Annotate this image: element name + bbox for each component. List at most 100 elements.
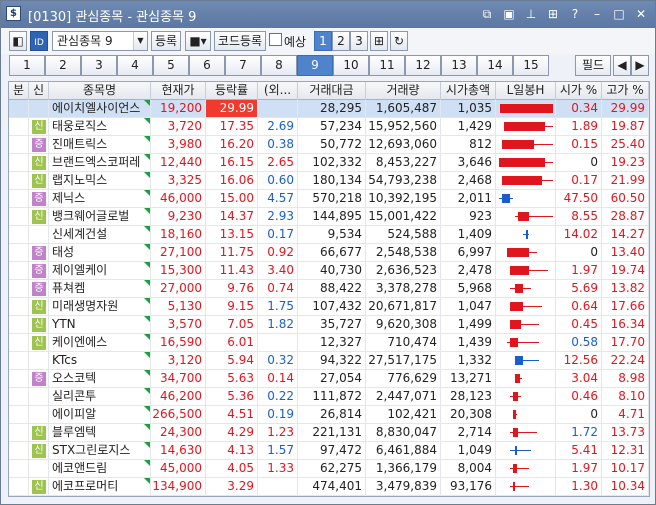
next-page-button[interactable]: ▶: [631, 55, 649, 76]
menu-button[interactable]: ■▾: [185, 31, 211, 51]
table-row[interactable]: 신 브랜드엑스코퍼레 12,440 16.15 2.65 102,332 8,453,227…: [9, 154, 649, 172]
tab-9[interactable]: 9: [297, 55, 333, 76]
maximize-icon[interactable]: □: [611, 6, 627, 22]
page-button-1[interactable]: 1: [314, 31, 332, 51]
refresh-button[interactable]: ↻: [390, 31, 408, 51]
candle-cell: [496, 370, 556, 387]
tab-15[interactable]: 15: [513, 55, 549, 76]
close-icon[interactable]: ✕: [633, 6, 649, 22]
candle-cell: [496, 226, 556, 243]
table-row[interactable]: 신 뱅크웨어글로벌 9,230 14.37 2.93 144,895 15,001,422 9…: [9, 208, 649, 226]
table-row[interactable]: 증 태성 27,100 11.75 0.92 66,677 2,548,538 6,997 0 1…: [9, 244, 649, 262]
cap-cell: 6,997: [441, 244, 496, 261]
group-select[interactable]: 관심종목 9 ▼: [52, 31, 148, 51]
amount-cell: 102,332: [298, 154, 366, 171]
header-col-open[interactable]: 시가 %: [556, 82, 602, 100]
tab-14[interactable]: 14: [477, 55, 513, 76]
rate-cell: 4.13: [206, 442, 258, 459]
header-col-cap[interactable]: 시가총액: [441, 82, 496, 100]
export-button[interactable]: ⊞: [370, 31, 388, 51]
cap-cell: 28,123: [441, 388, 496, 405]
pin-icon[interactable]: ⊥: [523, 6, 539, 22]
open-cell: 0.15: [556, 136, 602, 153]
field-button[interactable]: 필드: [575, 55, 611, 76]
table-row[interactable]: 신 태웅로직스 3,720 17.35 2.69 57,234 15,952,560 1,42…: [9, 118, 649, 136]
header-col-bun[interactable]: 분: [9, 82, 29, 100]
table-row[interactable]: 증 진매트릭스 3,980 16.20 0.38 50,772 12,693,060 812 0…: [9, 136, 649, 154]
table-row[interactable]: 신 STX그린로지스 14,630 4.13 1.57 97,472 6,461,884 1,…: [9, 442, 649, 460]
tab-7[interactable]: 7: [225, 55, 261, 76]
prev-page-button[interactable]: ◀: [613, 55, 631, 76]
table-row[interactable]: 신 YTN 3,570 7.05 1.82 35,727 9,620,308 1,499 0.4…: [9, 316, 649, 334]
tab-8[interactable]: 8: [261, 55, 297, 76]
table-row[interactable]: 신 미래생명자원 5,130 9.15 1.75 107,432 20,671,817 1,0…: [9, 298, 649, 316]
tab-6[interactable]: 6: [189, 55, 225, 76]
high-cell: 16.34: [602, 316, 649, 333]
table-row[interactable]: 신 랩지노믹스 3,325 16.06 0.60 180,134 54,793,238 2,4…: [9, 172, 649, 190]
register-button[interactable]: 등록: [151, 31, 181, 51]
header-col-amount[interactable]: 거래대금: [298, 82, 366, 100]
header-col-price[interactable]: 현재가: [151, 82, 206, 100]
page-button-2[interactable]: 2: [332, 31, 350, 51]
candle-body: [509, 320, 521, 329]
minimize-icon[interactable]: –: [589, 6, 605, 22]
tab-3[interactable]: 3: [81, 55, 117, 76]
table-row[interactable]: 신 블루엠텍 24,300 4.29 1.23 221,131 8,830,047 2,714…: [9, 424, 649, 442]
candle-cell: [496, 136, 556, 153]
id-button[interactable]: ID: [30, 31, 48, 51]
sin-cell: [29, 100, 49, 117]
table-row[interactable]: 증 오스코텍 34,700 5.63 0.14 27,054 776,629 13,271 3.…: [9, 370, 649, 388]
stock-name: KTcs: [49, 352, 151, 369]
tab-4[interactable]: 4: [117, 55, 153, 76]
table-row[interactable]: 신세계건설 18,160 13.15 0.17 9,534 524,588 1,409 14.…: [9, 226, 649, 244]
header-col-rate[interactable]: 등락률: [206, 82, 258, 100]
stock-name: 퓨쳐켐: [49, 280, 151, 297]
open-cell: 0.45: [556, 316, 602, 333]
tab-2[interactable]: 2: [45, 55, 81, 76]
preview-checkbox[interactable]: [269, 33, 282, 46]
marker-icon: [144, 424, 150, 430]
header-col-foreign[interactable]: (외...: [258, 82, 298, 100]
layout-toggle-button[interactable]: ◧: [9, 31, 27, 51]
bun-cell: [9, 136, 29, 153]
table-row[interactable]: 에이피알 266,500 4.51 0.19 26,814 102,421 20,308 0 4…: [9, 406, 649, 424]
table-row[interactable]: 에코앤드림 45,000 4.05 1.33 62,275 1,366,179 8,004 1…: [9, 460, 649, 478]
table-row[interactable]: 증 제닉스 46,000 15.00 4.57 570,218 10,392,195 2,01…: [9, 190, 649, 208]
chevron-right-icon: ▶: [635, 58, 645, 72]
badge: 신: [32, 336, 46, 350]
price-cell: 3,980: [151, 136, 206, 153]
header-col-volume[interactable]: 거래량: [366, 82, 441, 100]
tab-12[interactable]: 12: [405, 55, 441, 76]
code-register-button[interactable]: 코드등록: [214, 31, 266, 51]
bun-cell: [9, 388, 29, 405]
link-icon[interactable]: ⧉: [479, 6, 495, 22]
tab-5[interactable]: 5: [153, 55, 189, 76]
header-col-name[interactable]: 종목명: [49, 82, 151, 100]
high-cell: 10.34: [602, 478, 649, 495]
header-col-sin[interactable]: 신: [29, 82, 49, 100]
table-row[interactable]: 증 제이엘케이 15,300 11.43 3.40 40,730 2,636,523 2,47…: [9, 262, 649, 280]
candle-cell: [496, 388, 556, 405]
table-row[interactable]: 증 퓨쳐켐 27,000 9.76 0.74 88,422 3,378,278 5,968 5.…: [9, 280, 649, 298]
chevron-down-icon[interactable]: ▼: [133, 32, 147, 50]
help-icon[interactable]: ?: [567, 6, 583, 22]
rate-cell: 9.76: [206, 280, 258, 297]
amount-cell: 94,322: [298, 352, 366, 369]
table-row[interactable]: 신 에코프로머티 134,900 3.29 474,401 3,479,839 93,176…: [9, 478, 649, 496]
foreign-cell: 0.38: [258, 136, 298, 153]
stock-name: 에코프로머티: [49, 478, 151, 495]
header-col-candle[interactable]: L일봉H: [496, 82, 556, 100]
table-row[interactable]: KTcs 3,120 5.94 0.32 94,322 27,517,175 1,332 12…: [9, 352, 649, 370]
tab-1[interactable]: 1: [9, 55, 45, 76]
table-header: 분 신 종목명 현재가 등락률 (외... 거래대금 거래량 시가총액 L일봉H 시가 % 고가 %: [9, 82, 649, 100]
layout-icon[interactable]: ▣: [501, 6, 517, 22]
table-row[interactable]: 에이치엘사이언스 19,200 29.99 28,295 1,605,487 1,035 0…: [9, 100, 649, 118]
grid-icon[interactable]: ⊞: [545, 6, 561, 22]
page-button-3[interactable]: 3: [350, 31, 368, 51]
table-row[interactable]: 실리콘투 46,200 5.36 0.22 111,872 2,447,071 28,123…: [9, 388, 649, 406]
table-row[interactable]: 신 케이엔에스 16,590 6.01 12,327 710,474 1,439 0.58 17…: [9, 334, 649, 352]
tab-10[interactable]: 10: [333, 55, 369, 76]
tab-11[interactable]: 11: [369, 55, 405, 76]
tab-13[interactable]: 13: [441, 55, 477, 76]
header-col-high[interactable]: 고가 %: [602, 82, 649, 100]
